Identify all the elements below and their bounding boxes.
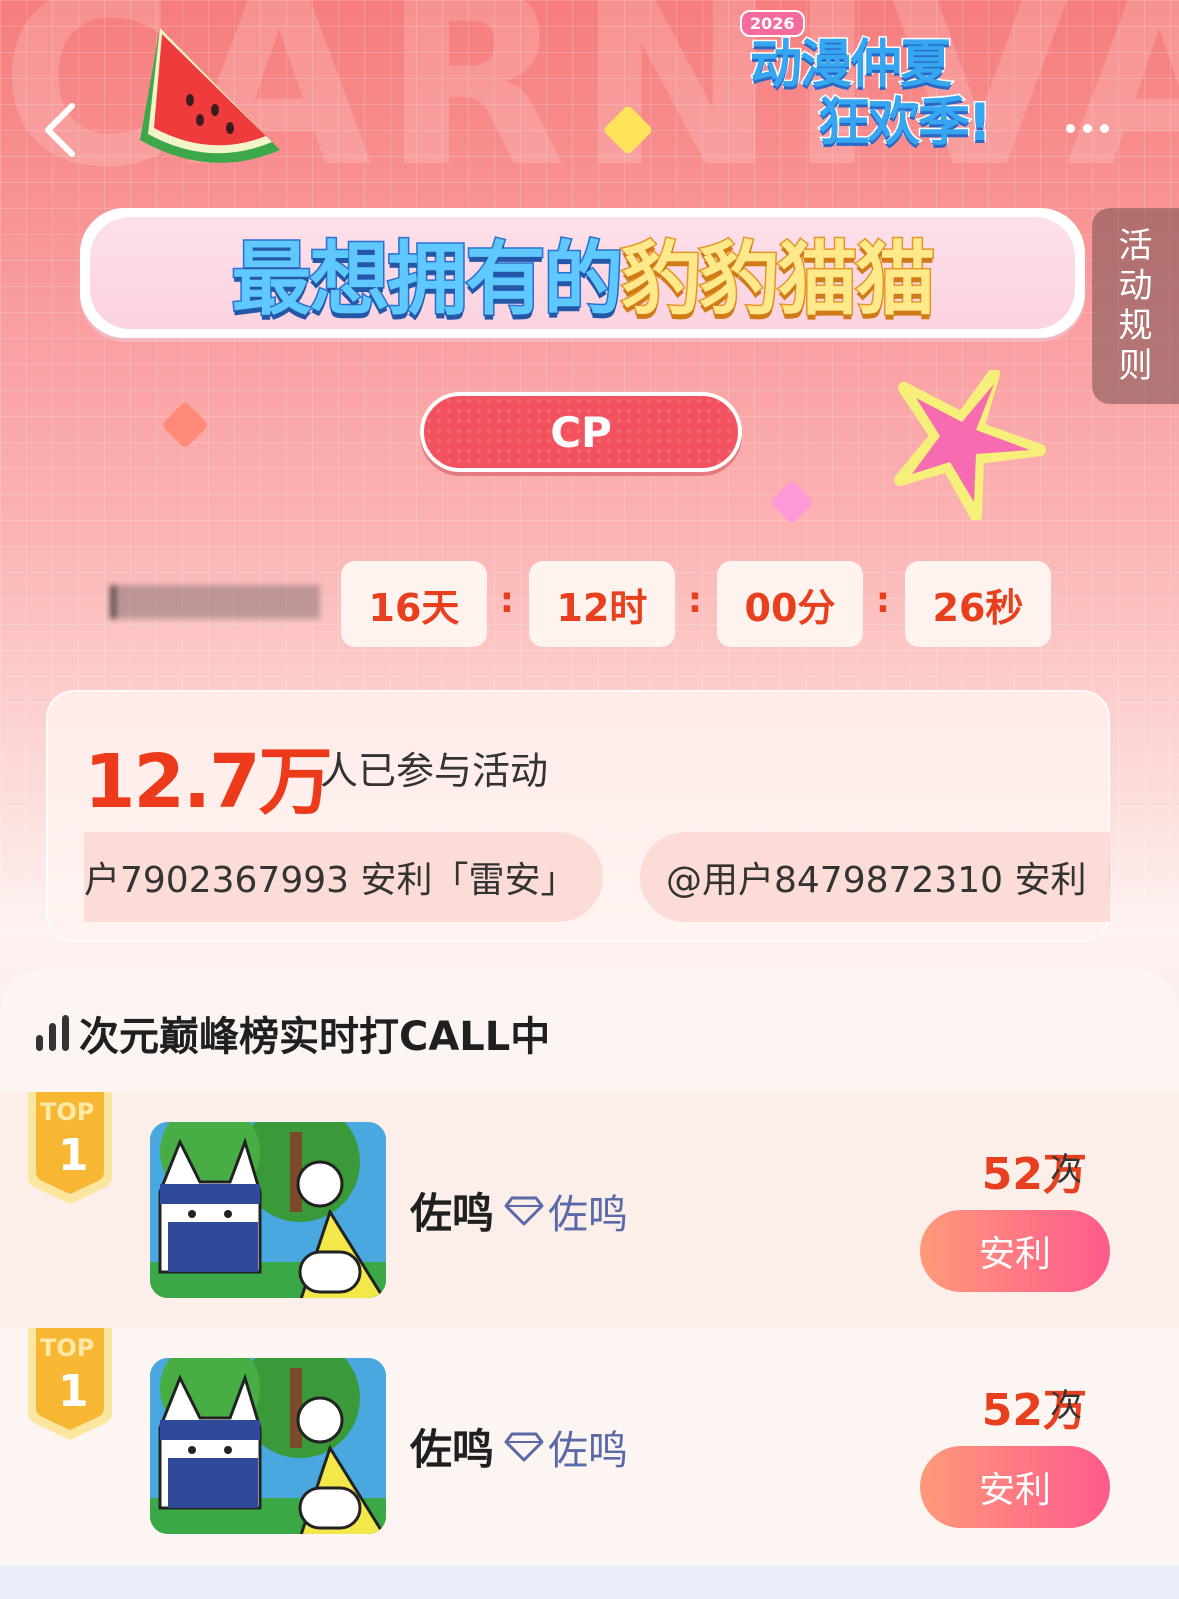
more-dots-icon [1065,123,1075,133]
cartoon-cats-image [150,1358,386,1534]
participant-label: 人已参与活动 [320,749,549,793]
countdown-seconds: 26秒 [905,561,1051,647]
cp-tag-label: 佐鸣 [548,1428,628,1474]
ranking-row[interactable]: TOP 1 佐鸣 佐鸣 52万 次 安利 [0,1328,1179,1564]
bar-chart-icon [36,1015,69,1051]
cp-name: 佐鸣 [410,1425,495,1474]
recommendation-ticker: 户7902367993 安利「雷安」 @用户8479872310 安利「 [84,832,1110,922]
bottom-bar [0,1565,1179,1599]
diamond-icon [504,1432,544,1462]
badge-top-label: TOP [40,1098,95,1126]
diamond-icon [504,1196,544,1226]
countdown-separator: : [499,580,515,621]
countdown-label-blurred [110,585,320,619]
countdown-minutes: 00分 [717,561,863,647]
badge-rank-number: 1 [58,1366,89,1417]
cp-thumbnail [150,1358,386,1534]
promote-button[interactable]: 安利 [920,1446,1110,1528]
countdown-separator: : [687,580,703,621]
logo-line-2: 狂欢季! [817,92,994,155]
activity-rules-tab[interactable]: 活动规则 [1092,208,1179,404]
call-count-unit: 次 [1050,1386,1083,1424]
activity-rules-label: 活动规则 [1118,226,1153,386]
ranking-title-text: 次元巅峰榜实时打CALL中 [79,1014,551,1060]
promote-button[interactable]: 安利 [920,1210,1110,1292]
cp-thumbnail [150,1122,386,1298]
ticker-item: @用户8479872310 安利「 [640,832,1110,922]
ticker-item: 户7902367993 安利「雷安」 [84,832,603,922]
back-button[interactable] [30,100,90,160]
category-pill[interactable]: CP [420,392,742,472]
ranking-title: 次元巅峰榜实时打CALL中 [36,1010,550,1060]
ranking-row[interactable]: TOP 1 佐鸣 佐鸣 52万 次 安利 [0,1092,1179,1328]
cp-name: 佐鸣 [410,1189,495,1238]
chevron-left-icon [45,103,75,157]
countdown-hours: 12时 [529,561,675,647]
countdown-days: 16天 [341,561,487,647]
cp-tag[interactable]: 佐鸣 [504,1418,628,1476]
participation-stats-card: 12.7万 人已参与活动 户7902367993 安利「雷安」 @用户84798… [46,690,1110,942]
star-icon [894,370,1046,520]
participant-count: 12.7万 [84,739,333,825]
watermelon-icon [140,28,280,163]
countdown-separator: : [875,580,891,621]
more-options-button[interactable] [1042,108,1132,148]
badge-rank-number: 1 [58,1130,89,1181]
hero-title-part-2: 豹豹猫猫 [620,232,937,328]
hero-title-part-1: 最想拥有的 [230,232,625,328]
cp-tag[interactable]: 佐鸣 [504,1182,628,1240]
cartoon-cats-image [150,1122,386,1298]
activity-page: CARNIVAL 2026 动漫仲夏 狂欢季! 活动规则 最想拥有的豹豹 [0,0,1179,1599]
badge-top-label: TOP [40,1334,95,1362]
hero-title-banner: 最想拥有的 豹豹猫猫 [80,208,1085,338]
event-logo: 2026 动漫仲夏 狂欢季! [740,10,1040,160]
call-count-unit: 次 [1050,1150,1083,1188]
cp-tag-label: 佐鸣 [548,1192,628,1238]
